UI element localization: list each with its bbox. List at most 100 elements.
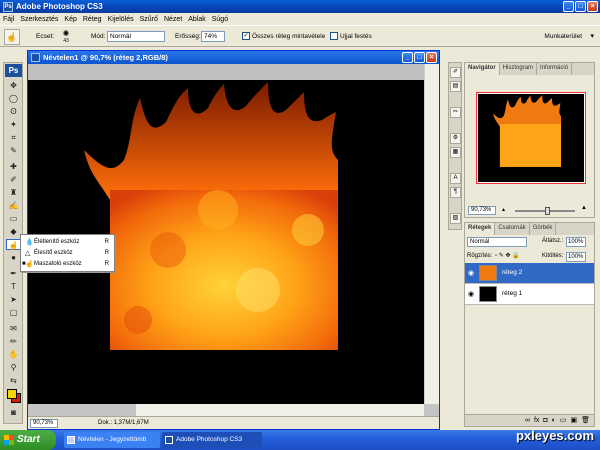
document-close-button[interactable]: ×: [426, 52, 437, 63]
healing-tool-icon[interactable]: ✚: [6, 161, 21, 172]
vertical-scrollbar[interactable]: [424, 64, 439, 404]
document-title-bar[interactable]: Névtelen1 @ 90,7% (réteg 2,RGB/8) _ □ ×: [28, 51, 439, 64]
navigator-zoom-input[interactable]: 90,73%: [468, 206, 496, 215]
foreground-color-swatch[interactable]: [7, 389, 17, 399]
layer-row-2[interactable]: ◉ réteg 2: [465, 263, 594, 284]
maximize-button[interactable]: □: [575, 1, 586, 12]
menu-item-view[interactable]: Nézet: [164, 16, 182, 23]
type-tool-icon[interactable]: T: [6, 281, 21, 292]
brushes-panel-icon[interactable]: ✐: [450, 67, 461, 78]
zoom-tool-icon[interactable]: ⚲: [6, 362, 21, 373]
move-tool-icon[interactable]: ✥: [6, 80, 21, 91]
blend-mode-select[interactable]: Normál: [467, 237, 527, 247]
document-maximize-button[interactable]: □: [414, 52, 425, 63]
navigator-preview[interactable]: [476, 92, 586, 184]
zoom-out-icon[interactable]: ▴: [502, 206, 505, 213]
layer-style-icon[interactable]: fx: [534, 415, 539, 426]
lasso-tool-icon[interactable]: ʘ: [6, 106, 21, 117]
delete-layer-icon[interactable]: 🗑: [581, 415, 590, 426]
magic-wand-tool-icon[interactable]: ✦: [6, 119, 21, 130]
brush-tool-icon[interactable]: ✐: [6, 174, 21, 185]
tab-channels[interactable]: Csatornák: [495, 223, 530, 235]
sample-all-checkbox[interactable]: ✓: [242, 32, 250, 40]
minimize-button[interactable]: _: [563, 1, 574, 12]
fill-label: Kitöltés:: [542, 253, 564, 259]
crop-tool-icon[interactable]: ⌗: [6, 132, 21, 143]
triangle-icon: △: [25, 250, 31, 257]
path-selection-tool-icon[interactable]: ➤: [6, 294, 21, 305]
paragraph-panel-icon[interactable]: ¶: [450, 187, 461, 198]
taskbar-item-photoshop[interactable]: Adobe Photoshop CS3: [162, 432, 262, 448]
character-panel-icon[interactable]: A: [450, 173, 461, 184]
start-button[interactable]: Start: [0, 430, 56, 450]
pen-tool-icon[interactable]: ✒: [6, 268, 21, 279]
link-layers-icon[interactable]: ∞: [525, 415, 530, 426]
eye-icon[interactable]: ◉: [468, 290, 474, 298]
swap-colors-icon[interactable]: ⇆: [6, 375, 21, 386]
document-status-bar: 90,73% Dok.: 1,37M/1,67M: [28, 416, 439, 429]
brush-picker[interactable]: ✺ 43: [58, 28, 74, 46]
menu-item-help[interactable]: Súgó: [212, 16, 228, 23]
menu-item-layer[interactable]: Réteg: [83, 16, 102, 23]
lock-icons[interactable]: ▫ ✎ ✥ 🔒: [495, 252, 520, 259]
menu-item-file[interactable]: Fájl: [3, 16, 14, 23]
flyout-item-blur[interactable]: 💧 Élétlenítő eszköz R: [21, 237, 114, 248]
chevron-down-icon[interactable]: ▾: [590, 32, 594, 40]
tool-preset-picker-icon[interactable]: ☝: [4, 29, 20, 45]
paint-bucket-tool-icon[interactable]: ◆: [6, 226, 21, 237]
photoshop-logo[interactable]: Ps: [5, 64, 22, 77]
layers-panel: Rétegek Csatornák Görbék Normál Átlátsz.…: [464, 222, 595, 427]
finger-paint-checkbox[interactable]: [330, 32, 338, 40]
actions-panel-icon[interactable]: ⚙: [450, 133, 461, 144]
quick-mask-icon[interactable]: ◙: [6, 407, 21, 418]
horizontal-scrollbar[interactable]: [136, 404, 424, 416]
dodge-tool-icon[interactable]: ●: [6, 252, 21, 263]
menu-item-window[interactable]: Ablak: [188, 16, 206, 23]
menu-item-select[interactable]: Kijelölés: [108, 16, 134, 23]
notes-tool-icon[interactable]: ✉: [6, 323, 21, 334]
tab-curves[interactable]: Görbék: [530, 223, 557, 235]
navigator-slider-handle[interactable]: [545, 207, 550, 215]
tools-panel-icon[interactable]: ✂: [450, 107, 461, 118]
eyedropper-tool-icon[interactable]: ✎: [6, 145, 21, 156]
document-minimize-button[interactable]: _: [402, 52, 413, 63]
eyedropper-sample-tool-icon[interactable]: ✏: [6, 336, 21, 347]
fill-input[interactable]: 100%: [566, 252, 586, 262]
tab-info[interactable]: Információ: [537, 63, 573, 75]
workspace-label[interactable]: Munkaterület: [544, 33, 582, 40]
menu-item-edit[interactable]: Szerkesztés: [20, 16, 58, 23]
adjustment-layer-icon[interactable]: ◐: [552, 415, 556, 426]
tab-histogram[interactable]: Hisztogram: [500, 63, 538, 75]
strength-input[interactable]: 74%: [201, 31, 225, 42]
eye-icon[interactable]: ◉: [468, 269, 474, 277]
mode-select[interactable]: Normál: [107, 31, 165, 42]
layer-comps-panel-icon[interactable]: ▧: [450, 213, 461, 224]
eraser-tool-icon[interactable]: ▭: [6, 213, 21, 224]
smudge-tool-icon[interactable]: ☝: [6, 239, 21, 250]
history-panel-icon[interactable]: ▦: [450, 147, 461, 158]
layers-tabs: Rétegek Csatornák Görbék: [465, 223, 594, 235]
document-size-info[interactable]: Dok.: 1,37M/1,67M: [98, 420, 149, 426]
opacity-input[interactable]: 100%: [566, 237, 586, 247]
close-button[interactable]: ×: [587, 1, 598, 12]
zoom-level-input[interactable]: 90,73%: [30, 419, 58, 428]
layer-row-1[interactable]: ◉ réteg 1: [465, 284, 594, 305]
navigator-panel: Navigátor Hisztogram Információ 90,73% ▴…: [464, 62, 595, 218]
taskbar-item-notepad[interactable]: Névtelen - Jegyzettömb: [64, 432, 160, 448]
tab-layers[interactable]: Rétegek: [465, 223, 496, 235]
history-brush-tool-icon[interactable]: ✍: [6, 200, 21, 211]
marquee-tool-icon[interactable]: ◯: [6, 93, 21, 104]
new-group-icon[interactable]: ▭: [560, 415, 567, 426]
tab-navigator[interactable]: Navigátor: [465, 63, 500, 75]
layer-mask-icon[interactable]: ◘: [543, 415, 547, 426]
zoom-in-icon[interactable]: ▲: [581, 205, 587, 211]
new-layer-icon[interactable]: ▣: [570, 415, 577, 426]
flyout-item-smudge[interactable]: ■ ☝ Maszatoló eszköz R: [21, 259, 114, 270]
flyout-item-sharpen[interactable]: △ Élesítő eszköz R: [21, 248, 114, 259]
hand-tool-icon[interactable]: ✋: [6, 349, 21, 360]
presets-panel-icon[interactable]: ▤: [450, 81, 461, 92]
shape-tool-icon[interactable]: ▢: [6, 307, 21, 318]
menu-item-image[interactable]: Kép: [64, 16, 76, 23]
stamp-tool-icon[interactable]: ♜: [6, 187, 21, 198]
menu-item-filter[interactable]: Szűrő: [140, 16, 158, 23]
